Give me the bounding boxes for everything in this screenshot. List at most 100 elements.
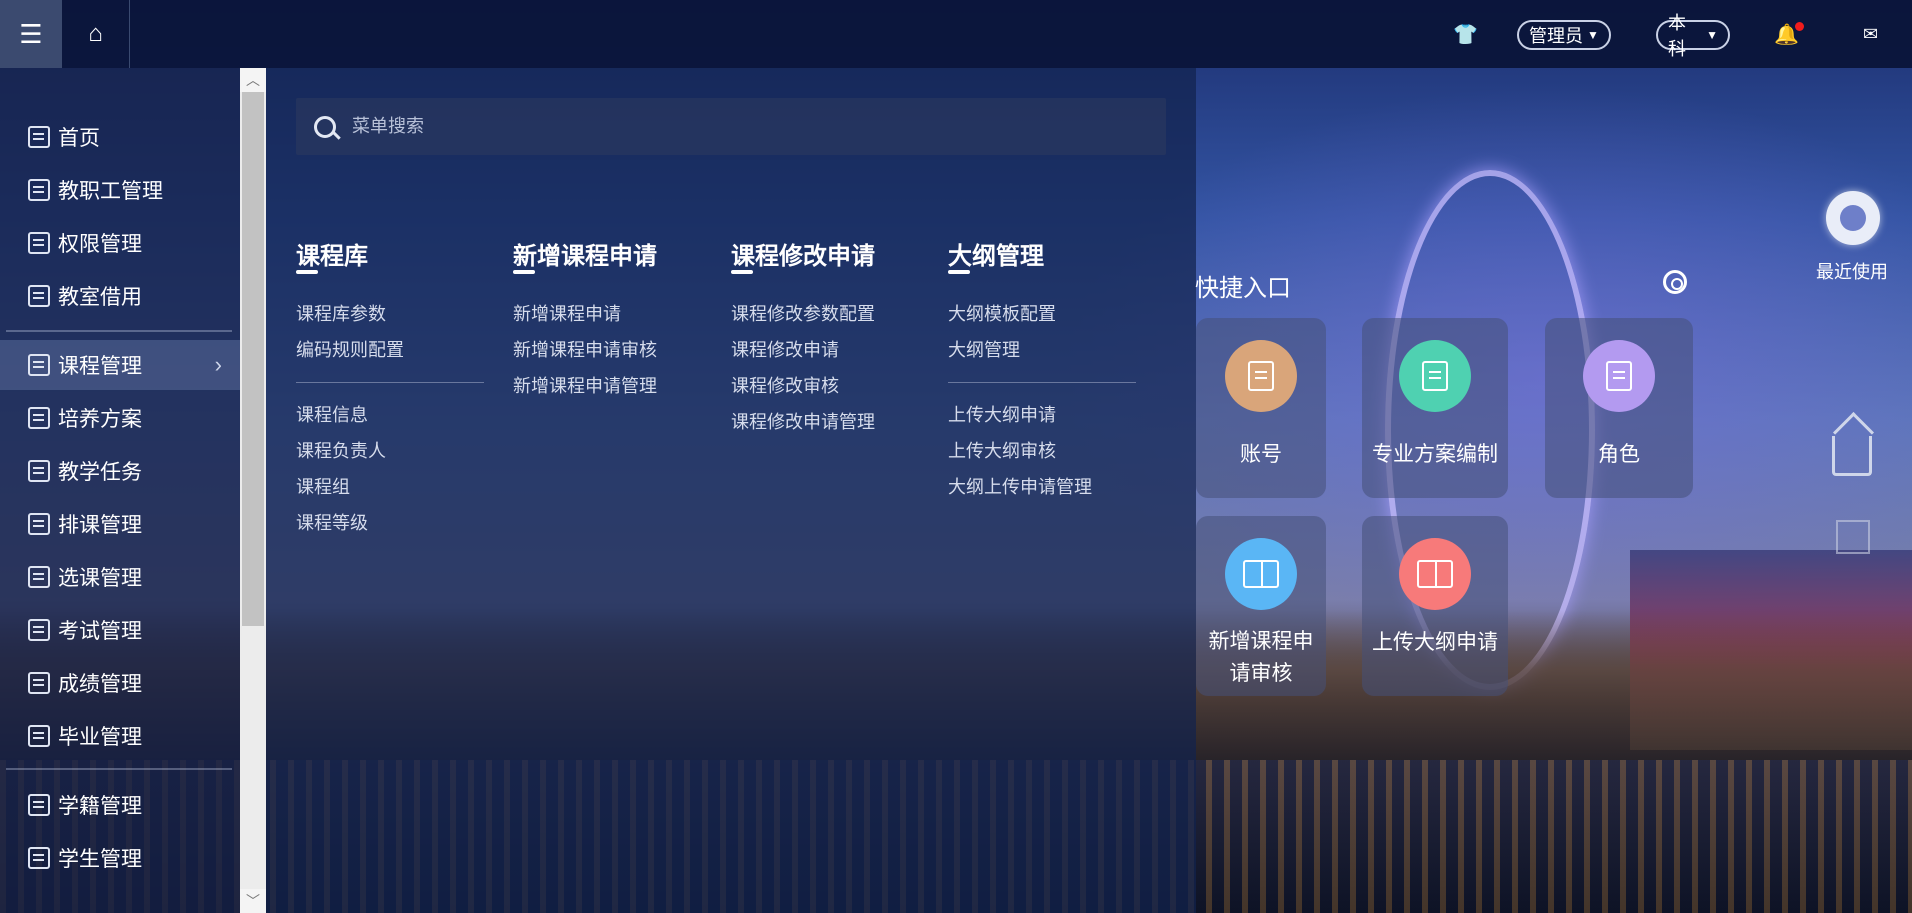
plan-icon [28, 407, 50, 429]
home-button[interactable]: ⌂ [62, 0, 130, 68]
scroll-up-arrow-icon[interactable]: ︿ [240, 68, 266, 92]
menu-link[interactable]: 课程库参数 [296, 296, 484, 332]
clipboard-icon [1399, 340, 1471, 412]
grade-icon [28, 672, 50, 694]
scroll-down-arrow-icon[interactable]: ﹀ [240, 889, 266, 913]
book-icon [1399, 538, 1471, 610]
sidebar-item-graduation[interactable]: 毕业管理 [0, 711, 240, 761]
sidebar-item-label: 课程管理 [58, 355, 142, 378]
menu-link[interactable]: 课程负责人 [296, 433, 484, 469]
menu-link[interactable]: 课程信息 [296, 397, 484, 433]
menu-column-course-library: 课程库 课程库参数 编码规则配置 课程信息 课程负责人 课程组 课程等级 [296, 236, 484, 541]
menu-toggle-button[interactable]: ☰ [0, 0, 62, 68]
menu-column-new-course: 新增课程申请 新增课程申请 新增课程申请审核 新增课程申请管理 [513, 236, 657, 404]
menu-link[interactable]: 大纲模板配置 [948, 296, 1136, 332]
sidebar-item-label: 毕业管理 [58, 726, 142, 749]
sidebar-item-label: 教室借用 [58, 286, 142, 309]
sidebar-item-label: 排课管理 [58, 514, 142, 537]
menu-link[interactable]: 课程修改申请管理 [731, 404, 875, 440]
sidebar-item-scheduling[interactable]: 排课管理 [0, 499, 240, 549]
sidebar-item-label: 成绩管理 [58, 673, 142, 696]
sidebar-item-training-plan[interactable]: 培养方案 [0, 393, 240, 443]
quick-card-program-plan[interactable]: 专业方案编制 [1362, 318, 1508, 498]
task-icon [28, 460, 50, 482]
menu-link[interactable]: 上传大纲审核 [948, 433, 1136, 469]
sidebar-item-permissions[interactable]: 权限管理 [0, 218, 240, 268]
quick-card-role[interactable]: 角色 [1545, 318, 1693, 498]
sidebar-item-classroom[interactable]: 教室借用 [0, 271, 240, 321]
sidebar-item-label: 权限管理 [58, 233, 142, 256]
level-dropdown[interactable]: 本科 ▼ [1656, 13, 1730, 59]
menu-search-bar[interactable] [296, 98, 1166, 155]
role-dropdown[interactable]: 管理员 ▼ [1517, 20, 1611, 50]
account-icon [1225, 340, 1297, 412]
schedule-icon [28, 513, 50, 535]
page-icon [28, 179, 50, 201]
menu-column-course-modification: 课程修改申请 课程修改参数配置 课程修改申请 课程修改审核 课程修改申请管理 [731, 236, 875, 440]
menu-link[interactable]: 新增课程申请 [513, 296, 657, 332]
menu-link[interactable]: 课程修改审核 [731, 368, 875, 404]
page-icon [28, 126, 50, 148]
quick-card-new-course-review[interactable]: 新增课程申请审核 [1196, 516, 1326, 696]
cube-icon [28, 725, 50, 747]
recent-used-button[interactable] [1826, 191, 1880, 245]
menu-column-title: 课程库 [296, 236, 484, 274]
sidebar-item-home[interactable]: 首页 [0, 112, 240, 162]
sidebar-item-courses[interactable]: 课程管理 › [0, 340, 240, 390]
sidebar-item-staff[interactable]: 教职工管理 [0, 165, 240, 215]
sidebar-item-course-selection[interactable]: 选课管理 [0, 552, 240, 602]
sidebar-item-grades[interactable]: 成绩管理 [0, 658, 240, 708]
calendar-icon [28, 566, 50, 588]
top-bar: ☰ ⌂ 👕 管理员 ▼ 本科 ▼ 🔔 ✉ [0, 0, 1912, 68]
sidebar-item-label: 教学任务 [58, 461, 142, 484]
sidebar-item-label: 首页 [58, 127, 100, 150]
sidebar-item-label: 选课管理 [58, 567, 142, 590]
quick-card-account[interactable]: 账号 [1196, 318, 1326, 498]
quick-card-label: 上传大纲申请 [1372, 631, 1498, 654]
sidebar-item-exams[interactable]: 考试管理 [0, 605, 240, 655]
quick-card-label: 账号 [1240, 443, 1282, 466]
menu-link[interactable]: 课程修改参数配置 [731, 296, 875, 332]
mail-icon[interactable]: ✉ [1863, 24, 1878, 45]
quick-card-label: 专业方案编制 [1372, 443, 1498, 466]
gear-icon[interactable] [1663, 270, 1687, 294]
exam-icon [28, 619, 50, 641]
sidebar-scrollbar[interactable]: ︿ ﹀ [240, 68, 266, 913]
menu-link[interactable]: 新增课程申请管理 [513, 368, 657, 404]
menu-link[interactable]: 大纲管理 [948, 332, 1136, 368]
grid-icon[interactable] [1836, 520, 1870, 554]
sidebar-item-label: 教职工管理 [58, 180, 163, 203]
page-icon [28, 232, 50, 254]
sidebar: 首页 教职工管理 权限管理 教室借用 课程管理 › 培养方案 教学任务 排课管理 … [0, 68, 240, 913]
menu-link[interactable]: 大纲上传申请管理 [948, 469, 1136, 505]
quick-entry-title: 快捷入口 [1195, 275, 1291, 302]
search-icon [314, 115, 336, 138]
caret-down-icon: ▼ [1587, 28, 1599, 42]
user-icon [28, 847, 50, 869]
menu-link[interactable]: 编码规则配置 [296, 332, 484, 368]
sidebar-item-label: 学籍管理 [58, 795, 142, 818]
sidebar-divider [6, 768, 232, 770]
notification-dot [1795, 22, 1804, 31]
sidebar-item-teaching-tasks[interactable]: 教学任务 [0, 446, 240, 496]
home-icon[interactable] [1832, 436, 1872, 476]
menu-link[interactable]: 课程组 [296, 469, 484, 505]
quick-card-upload-syllabus[interactable]: 上传大纲申请 [1362, 516, 1508, 696]
chevron-right-icon: › [214, 352, 222, 377]
quick-card-label: 角色 [1598, 443, 1640, 466]
user-icon [28, 794, 50, 816]
shirt-icon[interactable]: 👕 [1453, 22, 1478, 47]
sidebar-item-student-status[interactable]: 学籍管理 [0, 780, 240, 830]
recent-used-label: 最近使用 [1816, 262, 1888, 282]
menu-link[interactable]: 课程修改申请 [731, 332, 875, 368]
scrollbar-thumb[interactable] [242, 92, 264, 626]
menu-column-title: 大纲管理 [948, 236, 1136, 274]
book-icon [1225, 538, 1297, 610]
menu-column-syllabus: 大纲管理 大纲模板配置 大纲管理 上传大纲申请 上传大纲审核 大纲上传申请管理 [948, 236, 1136, 505]
menu-search-input[interactable] [352, 108, 1112, 145]
sidebar-item-students[interactable]: 学生管理 [0, 833, 240, 883]
menu-link[interactable]: 上传大纲申请 [948, 397, 1136, 433]
menu-divider [948, 382, 1136, 383]
menu-link[interactable]: 课程等级 [296, 505, 484, 541]
menu-link[interactable]: 新增课程申请审核 [513, 332, 657, 368]
